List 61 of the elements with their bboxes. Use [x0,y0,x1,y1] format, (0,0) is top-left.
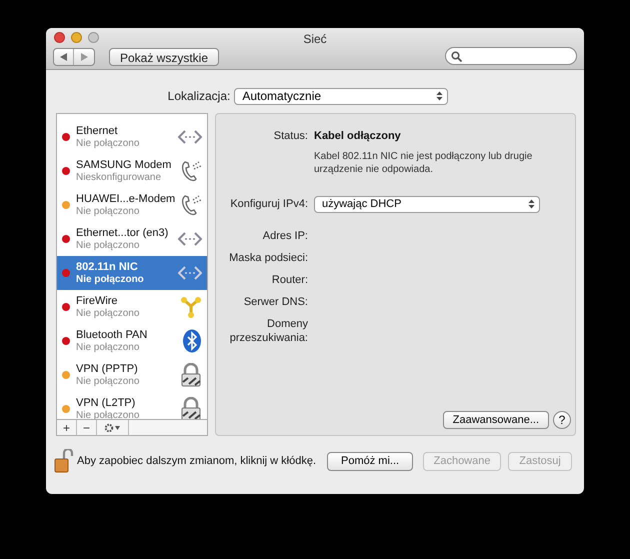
help-button[interactable]: ? [553,411,571,429]
service-status: Nie połączono [76,342,140,354]
service-name: FireWire [76,294,119,308]
service-status: Nieskonfigurowane [76,172,162,184]
phone-icon [180,160,202,182]
padlock-icon[interactable] [54,449,74,473]
search-icon [451,50,462,62]
status-label: Status: [272,129,308,144]
stepper-icon [436,91,444,101]
location-label: Lokalizacja: [168,88,230,105]
service-name: Ethernet [76,124,119,138]
service-status: Nie połączono [76,274,145,286]
service-item[interactable]: 802.11n NIC Nie połączono [57,256,207,290]
service-status: Nie połączono [76,206,140,218]
add-button[interactable]: + [57,420,77,435]
show-all-button[interactable]: Pokaż wszystkie [109,48,220,66]
field-label: Maska podsieci: [228,250,308,264]
configure-dropdown[interactable]: używając DHCP [314,196,540,212]
configure-label: Konfiguruj IPv4: [229,196,308,212]
service-item[interactable]: HUAWEI...e-Modem Nie połączono [57,188,207,222]
service-item[interactable]: Bluetooth PAN Nie połączono [57,324,207,358]
status-message: Kabel 802.11n NIC nie jest podłączony lub drugie urządzenie nie odpowiada. [314,150,534,176]
advanced-button[interactable]: Zaawansowane... [442,411,549,429]
double-arrow-icon [178,129,202,145]
service-name: 802.11n NIC [76,260,139,274]
gear-icon [104,422,122,432]
phone-icon [180,194,202,216]
service-status: Nie połączono [76,138,140,150]
branch-icon [180,296,202,318]
service-name: HUAWEI...e-Modem [76,192,176,206]
search-field[interactable] [445,47,577,65]
field-label: Router: [270,272,308,286]
service-status: Nie połączono [76,376,140,388]
service-item[interactable]: VPN (PPTP) Nie połączono [57,358,207,392]
status-value: Kabel odłączony [314,129,402,144]
service-item[interactable]: FireWire Nie połączono [57,290,207,324]
stepper-icon [528,199,535,209]
remove-button[interactable]: − [77,420,97,435]
service-item[interactable]: SAMSUNG Modem Nieskonfigurowane [57,154,207,188]
service-item[interactable]: Ethernet Nie połączono [57,120,207,154]
field-label: Adres IP: [262,228,308,242]
minimize-icon[interactable] [71,32,82,43]
padlock-icon [180,363,202,387]
field-label: Domeny przeszukiwania: [228,316,308,344]
service-name: VPN (PPTP) [76,362,139,376]
service-item[interactable]: Ethernet...tor (en3) Nie połączono [57,222,207,256]
window-title: Sieć [303,31,327,48]
double-arrow-icon [178,231,202,247]
service-name: SAMSUNG Modem [76,158,172,172]
assist-button[interactable]: Pomóż mi... [327,452,414,470]
bluetooth-icon [182,329,202,353]
double-arrow-icon [178,265,202,281]
service-status: Nie połączono [76,308,140,320]
service-name: Bluetooth PAN [76,328,148,342]
location-dropdown[interactable]: Automatycznie [234,88,448,104]
lock-hint: Aby zapobiec dalszym zmianom, kliknij w kłódkę. [77,454,316,469]
service-name: Ethernet...tor (en3) [76,226,170,240]
service-status: Nie połączono [76,240,140,252]
field-label: Serwer DNS: [242,294,308,308]
service-name: VPN (L2TP) [76,396,136,410]
close-icon[interactable] [54,32,65,43]
